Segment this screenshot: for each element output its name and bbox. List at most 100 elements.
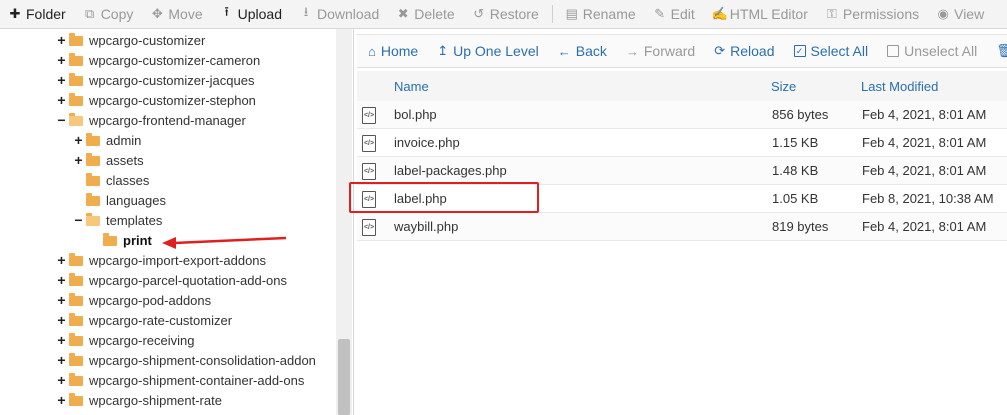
column-header-last-modified[interactable]: Last Modified xyxy=(861,79,938,94)
tree-item-wpcargo-import-export-addons[interactable]: + wpcargo-import-export-addons xyxy=(56,250,266,270)
tree-item-wpcargo-frontend-manager[interactable]: − wpcargo-frontend-manager xyxy=(56,110,245,130)
tree-item-admin[interactable]: + admin xyxy=(73,130,141,150)
toolbar-download-button[interactable]: ⭳ Download xyxy=(291,0,388,28)
tree-item-wpcargo-shipment-consolidation-addon[interactable]: + wpcargo-shipment-consolidation-addon xyxy=(56,350,316,370)
file-row[interactable]: </> waybill.php 819 bytes Feb 4, 2021, 8:01… xyxy=(357,213,1007,241)
toolbar-restore-button[interactable]: ↺ Restore xyxy=(464,0,548,28)
nav-unselect-all-button[interactable]: Unselect All xyxy=(876,43,985,59)
file-row[interactable]: </> bol.php 856 bytes Feb 4, 2021, 8:01 AM xyxy=(357,101,1007,129)
tree-item-label: assets xyxy=(106,152,144,168)
folder-icon xyxy=(69,312,83,326)
edit-icon: ✎ xyxy=(654,6,666,21)
nav-back-button[interactable]: ← Back xyxy=(547,43,615,59)
checkbox-checked-icon: ✓ xyxy=(793,45,806,57)
collapse-icon[interactable]: − xyxy=(73,212,84,228)
nav-button-label: Home xyxy=(380,43,419,59)
expand-icon[interactable]: + xyxy=(56,392,67,408)
expand-icon[interactable]: + xyxy=(56,32,67,48)
file-modified: Feb 4, 2021, 8:01 AM xyxy=(862,163,987,178)
rename-icon: ▤ xyxy=(565,6,578,21)
tree-item-label: admin xyxy=(106,132,142,148)
column-header-size[interactable]: Size xyxy=(771,79,796,94)
column-header-name[interactable]: Name xyxy=(394,79,429,94)
tree-item-classes[interactable]: classes xyxy=(73,170,149,190)
nav-up-one-level-button[interactable]: ↥ Up One Level xyxy=(426,43,547,59)
tree-scrollbar[interactable] xyxy=(336,29,352,415)
expand-icon[interactable]: + xyxy=(56,312,67,328)
tree-item-label: wpcargo-import-export-addons xyxy=(89,252,267,268)
expand-icon[interactable]: + xyxy=(56,72,67,88)
toolbar-upload-button[interactable]: ⭱ Upload xyxy=(212,0,291,28)
tree-item-label: print xyxy=(123,232,152,248)
folder-icon xyxy=(69,92,83,106)
php-file-icon: </> xyxy=(362,191,376,208)
nav-button-label: Unselect All xyxy=(904,43,978,59)
expand-icon[interactable]: + xyxy=(56,52,67,68)
expand-icon[interactable]: + xyxy=(56,352,67,368)
folder-icon xyxy=(86,152,100,166)
tree-item-wpcargo-parcel-quotation-add-ons[interactable]: + wpcargo-parcel-quotation-add-ons xyxy=(56,270,287,290)
tree-item-assets[interactable]: + assets xyxy=(73,150,144,170)
toolbar-move-button[interactable]: ✥ Move xyxy=(142,0,211,28)
folder-icon xyxy=(69,352,83,366)
nav-forward-button[interactable]: → Forward xyxy=(615,43,703,59)
tree-item-label: languages xyxy=(106,192,166,208)
file-row[interactable]: </> invoice.php 1.15 KB Feb 4, 2021, 8:01 A… xyxy=(357,129,1007,157)
forward-icon: → xyxy=(625,43,639,59)
nav-home-button[interactable]: ⌂ Home xyxy=(357,43,426,59)
expand-icon[interactable]: + xyxy=(56,272,67,288)
toolbar-copy-button[interactable]: ⧉ Copy xyxy=(75,0,143,28)
tree-item-label: wpcargo-receiving xyxy=(89,332,195,348)
tree-item-wpcargo-pod-addons[interactable]: + wpcargo-pod-addons xyxy=(56,290,211,310)
tree-item-wpcargo-customizer[interactable]: + wpcargo-customizer xyxy=(56,30,205,50)
tree-item-wpcargo-customizer-jacques[interactable]: + wpcargo-customizer-jacques xyxy=(56,70,254,90)
file-name: label.php xyxy=(394,191,447,206)
toolbar-button-label: Download xyxy=(316,6,380,22)
toolbar-html-editor-button[interactable]: ✍ HTML Editor xyxy=(704,0,817,28)
tree-item-label: wpcargo-shipment-container-add-ons xyxy=(89,372,305,388)
toolbar-edit-button[interactable]: ✎ Edit xyxy=(645,0,704,28)
toolbar-folder-button[interactable]: ✚ Folder xyxy=(0,0,75,28)
tree-item-wpcargo-shipment-rate[interactable]: + wpcargo-shipment-rate xyxy=(56,390,222,410)
tree-scrollbar-thumb[interactable] xyxy=(338,339,350,415)
expand-icon[interactable]: + xyxy=(56,292,67,308)
file-row[interactable]: </> label.php 1.05 KB Feb 8, 2021, 10:38 AM xyxy=(357,185,1007,213)
tree-item-languages[interactable]: languages xyxy=(73,190,166,210)
expand-icon[interactable]: + xyxy=(56,92,67,108)
file-row[interactable]: </> label-packages.php 1.48 KB Feb 4, 2021,… xyxy=(357,157,1007,185)
tree-item-wpcargo-customizer-stephon[interactable]: + wpcargo-customizer-stephon xyxy=(56,90,256,110)
nav-select-all-button[interactable]: ✓ Select All xyxy=(783,43,877,59)
move-icon: ✥ xyxy=(151,6,163,21)
expand-icon[interactable]: + xyxy=(56,372,67,388)
tree-item-wpcargo-rate-customizer[interactable]: + wpcargo-rate-customizer xyxy=(56,310,232,330)
toolbar-permissions-button[interactable]: ⚿ Permissions xyxy=(817,0,928,28)
expand-icon[interactable]: + xyxy=(73,152,84,168)
toolbar-button-label: Move xyxy=(168,6,203,22)
toolbar-delete-button[interactable]: ✖ Delete xyxy=(388,0,463,28)
download-icon: ⭳ xyxy=(303,4,309,19)
toolbar-button-label: Copy xyxy=(100,6,134,22)
back-icon: ← xyxy=(557,43,571,59)
file-size: 856 bytes xyxy=(772,107,829,122)
tree-item-wpcargo-receiving[interactable]: + wpcargo-receiving xyxy=(56,330,195,350)
toolbar-rename-button[interactable]: ▤ Rename xyxy=(557,0,645,28)
upload-icon: ⭱ xyxy=(224,4,229,19)
expand-icon[interactable]: + xyxy=(56,332,67,348)
tree-item-templates[interactable]: − templates xyxy=(73,210,162,230)
nav-button-label: Reload xyxy=(730,43,775,59)
toolbar-button-label: Upload xyxy=(237,6,282,22)
nav-reload-button[interactable]: ⟳ Reload xyxy=(703,43,782,59)
nav-delete-button[interactable]: 🗑 xyxy=(985,43,1007,59)
collapse-icon[interactable]: − xyxy=(56,112,67,128)
toolbar-view-button[interactable]: ◉ View xyxy=(928,0,993,28)
file-modified: Feb 4, 2021, 8:01 AM xyxy=(862,219,987,234)
tree-item-wpcargo-shipment-container-add-ons[interactable]: + wpcargo-shipment-container-add-ons xyxy=(56,370,304,390)
tree-item-wpcargo-customizer-cameron[interactable]: + wpcargo-customizer-cameron xyxy=(56,50,260,70)
html-editor-icon: ✍ xyxy=(711,6,728,21)
expand-icon[interactable]: + xyxy=(56,252,67,268)
tree-item-print[interactable]: print xyxy=(90,230,152,250)
tree-item-label: wpcargo-rate-customizer xyxy=(89,312,233,328)
expand-icon[interactable]: + xyxy=(73,132,84,148)
nav-button-label: Forward xyxy=(643,43,696,59)
toolbar-button-label: HTML Editor xyxy=(729,6,808,22)
